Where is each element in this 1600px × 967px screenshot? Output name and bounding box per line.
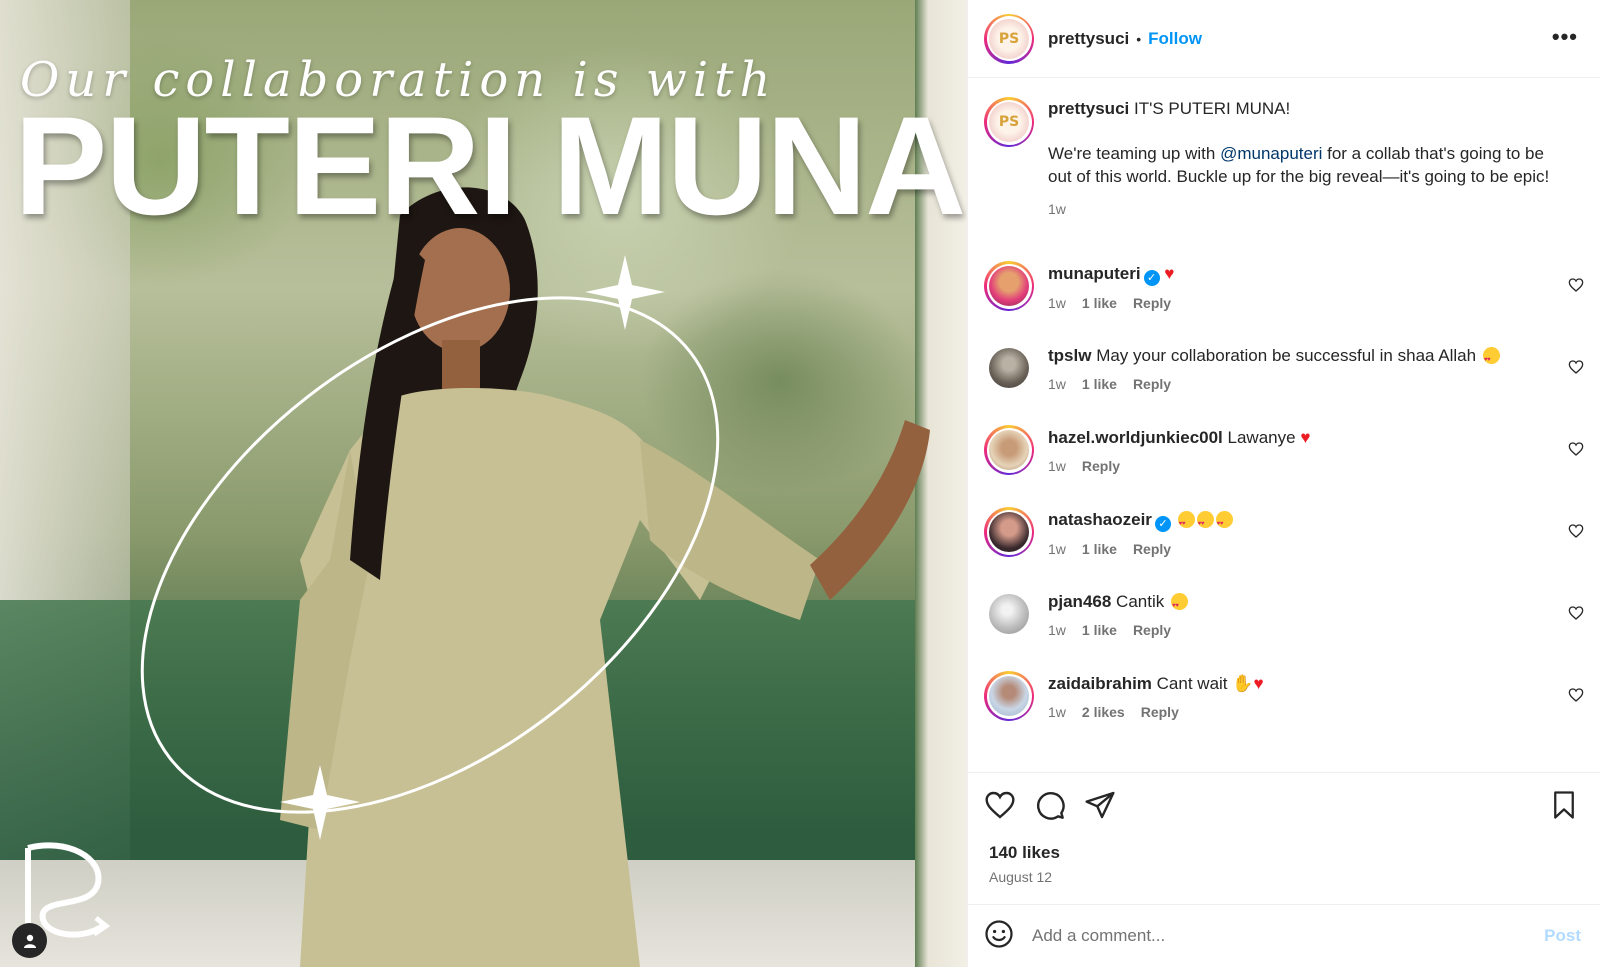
post-image[interactable]: Our collaboration is with PUTERI MUNA — [0, 0, 967, 967]
heart-eyes-emoji-icon — [1482, 347, 1500, 371]
comment-item: zaidaibrahim Cant wait ✋♥ 1w 2 likes Rep… — [984, 671, 1584, 721]
commenter-username[interactable]: zaidaibrahim — [1048, 674, 1152, 693]
raised-hands-emoji-icon: ✋ — [1232, 674, 1254, 693]
add-comment-bar: Post — [968, 904, 1600, 967]
comment-time[interactable]: 1w — [1048, 541, 1066, 557]
comment-time[interactable]: 1w — [1048, 622, 1066, 638]
author-username[interactable]: prettysuci — [1048, 29, 1129, 49]
caption-time[interactable]: 1w — [1048, 198, 1558, 221]
commenter-avatar[interactable] — [984, 507, 1034, 557]
author-avatar[interactable]: PS — [984, 13, 1034, 64]
post-date[interactable]: August 12 — [989, 869, 1052, 885]
verified-badge-icon: ✓ — [1143, 270, 1160, 286]
heart-icon[interactable] — [1568, 605, 1584, 621]
like-heart-icon[interactable] — [984, 789, 1016, 826]
bookmark-icon[interactable] — [1549, 789, 1579, 826]
image-headline: PUTERI MUNA — [14, 87, 966, 244]
post-caption: PS prettysuci IT'S PUTERI MUNA! We're te… — [984, 97, 1564, 221]
comments-list[interactable]: PS prettysuci IT'S PUTERI MUNA! We're te… — [968, 79, 1600, 772]
heart-icon[interactable] — [1568, 441, 1584, 457]
commenter-username[interactable]: tpslw — [1048, 346, 1091, 365]
heart-icon[interactable] — [1568, 359, 1584, 375]
heart-eyes-emoji-icon — [1215, 511, 1233, 535]
reply-button[interactable]: Reply — [1133, 541, 1171, 557]
user-tag-icon[interactable] — [12, 923, 47, 958]
caption-username[interactable]: prettysuci — [1048, 99, 1129, 118]
comment-text: Cantik — [1116, 592, 1165, 611]
reply-button[interactable]: Reply — [1141, 704, 1179, 720]
more-icon[interactable]: ••• — [1552, 24, 1578, 50]
caption-text-before: We're teaming up with — [1048, 144, 1221, 163]
commenter-avatar[interactable] — [984, 671, 1034, 721]
follow-button[interactable]: Follow — [1148, 29, 1202, 49]
comment-item: pjan468 Cantik 1w 1 like Reply — [984, 589, 1584, 639]
reply-button[interactable]: Reply — [1133, 295, 1171, 311]
likes-count[interactable]: 140 likes — [989, 843, 1060, 863]
comment-like-count[interactable]: 1 like — [1082, 622, 1117, 638]
share-icon[interactable] — [1084, 789, 1116, 826]
post-actions: 140 likes August 12 — [968, 772, 1600, 904]
comment-icon[interactable] — [1034, 789, 1066, 826]
caption-avatar[interactable]: PS — [984, 97, 1034, 147]
comment-text: Lawanye — [1227, 428, 1296, 447]
reply-button[interactable]: Reply — [1133, 622, 1171, 638]
commenter-username[interactable]: munaputeri — [1048, 264, 1141, 283]
commenter-avatar[interactable] — [984, 343, 1034, 393]
comment-time[interactable]: 1w — [1048, 376, 1066, 392]
commenter-username[interactable]: natashaozeir — [1048, 510, 1152, 529]
commenter-username[interactable]: pjan468 — [1048, 592, 1111, 611]
brand-logo-icon: PS — [989, 18, 1029, 59]
comment-like-count[interactable]: 2 likes — [1082, 704, 1125, 720]
heart-icon[interactable] — [1568, 277, 1584, 293]
heart-eyes-emoji-icon — [1196, 511, 1214, 535]
heart-eyes-emoji-icon — [1177, 511, 1195, 535]
comment-item: tpslw May your collaboration be successf… — [984, 343, 1584, 393]
reply-button[interactable]: Reply — [1133, 376, 1171, 392]
comment-time[interactable]: 1w — [1048, 704, 1066, 720]
comment-item: hazel.worldjunkiec00l Lawanye ♥ 1w Reply — [984, 425, 1584, 475]
comment-item: natashaozeir✓ 1w 1 like Reply — [984, 507, 1584, 557]
comment-text: Cant wait — [1156, 674, 1228, 693]
comment-text: May your collaboration be successful in … — [1096, 346, 1477, 365]
red-heart-emoji-icon: ♥ — [1253, 674, 1264, 693]
caption-mention[interactable]: @munaputeri — [1220, 144, 1322, 163]
heart-icon[interactable] — [1568, 687, 1584, 703]
comment-input[interactable] — [1032, 926, 1512, 946]
red-heart-emoji-icon: ♥ — [1300, 428, 1311, 447]
grin-emoji-icon — [1170, 593, 1188, 617]
post-comment-button[interactable]: Post — [1544, 926, 1581, 946]
commenter-avatar[interactable] — [984, 261, 1034, 311]
post-header: PS prettysuci • Follow ••• — [968, 0, 1600, 78]
emoji-icon[interactable] — [984, 919, 1014, 954]
reply-button[interactable]: Reply — [1082, 458, 1120, 474]
header-separator: • — [1136, 30, 1142, 47]
commenter-username[interactable]: hazel.worldjunkiec00l — [1048, 428, 1223, 447]
caption-line1: IT'S PUTERI MUNA! — [1133, 99, 1291, 118]
verified-badge-icon: ✓ — [1154, 516, 1171, 532]
heart-icon[interactable] — [1568, 523, 1584, 539]
comment-time[interactable]: 1w — [1048, 295, 1066, 311]
comment-like-count[interactable]: 1 like — [1082, 376, 1117, 392]
comment-like-count[interactable]: 1 like — [1082, 541, 1117, 557]
comment-item: munaputeri ✓ ♥ 1w 1 like Reply — [984, 261, 1584, 311]
red-heart-emoji-icon: ♥ — [1164, 264, 1175, 283]
commenter-avatar[interactable] — [984, 589, 1034, 639]
commenter-avatar[interactable] — [984, 425, 1034, 475]
post-panel: PS prettysuci • Follow ••• PS prettysuci… — [967, 0, 1600, 967]
comment-like-count[interactable]: 1 like — [1082, 295, 1117, 311]
brand-logo-icon: PS — [989, 102, 1029, 142]
comment-time[interactable]: 1w — [1048, 458, 1066, 474]
